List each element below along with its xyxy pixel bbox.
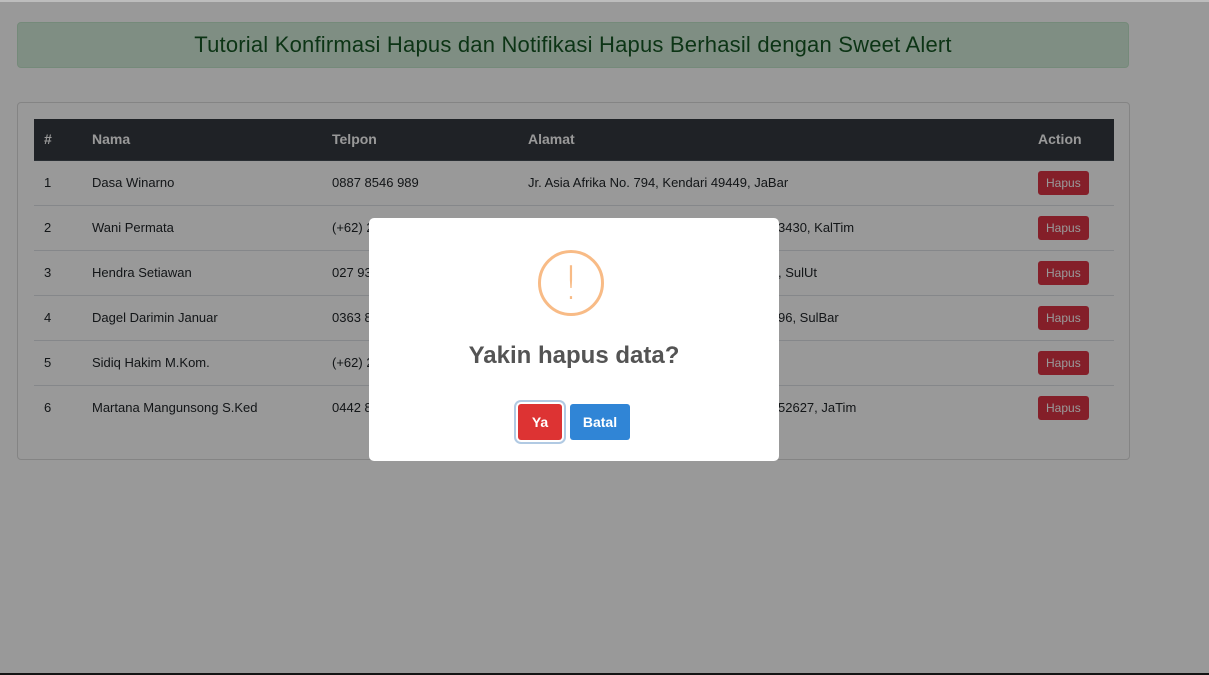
confirm-delete-dialog: ! Yakin hapus data? Ya Batal <box>369 218 779 461</box>
cancel-button[interactable]: Batal <box>570 404 630 440</box>
dialog-actions: Ya Batal <box>369 404 779 440</box>
warning-icon: ! <box>538 250 604 316</box>
page: Tutorial Konfirmasi Hapus dan Notifikasi… <box>0 0 1209 675</box>
confirm-button[interactable]: Ya <box>518 404 562 440</box>
dialog-title: Yakin hapus data? <box>468 342 680 369</box>
